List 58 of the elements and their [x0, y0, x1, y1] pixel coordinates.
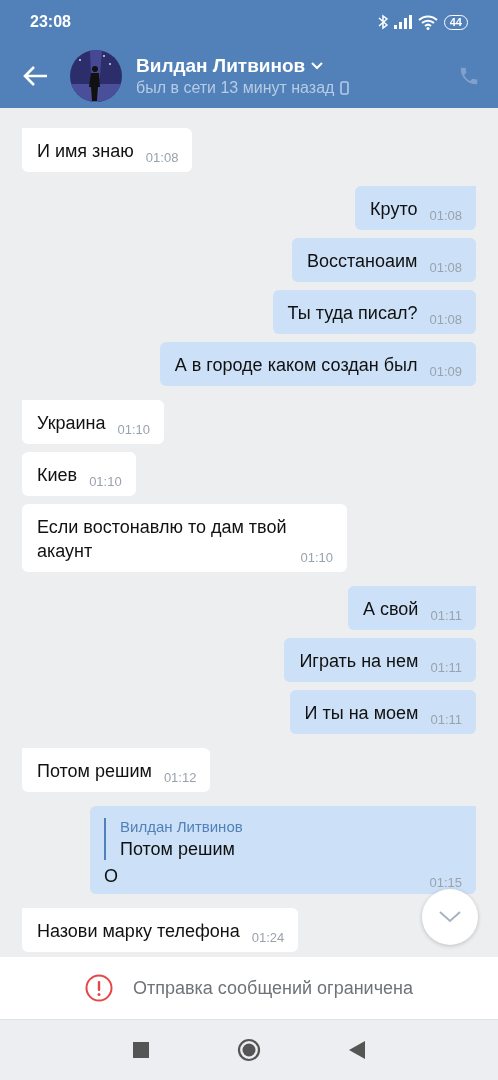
contact-name[interactable]: Вилдан Литвинов: [136, 55, 306, 77]
message-text: А свой: [363, 598, 419, 621]
message-time: 01:10: [117, 422, 151, 437]
reply-author: Вилдан Литвинов: [120, 818, 244, 835]
message-text: И имя знаю: [37, 140, 134, 163]
message-text: Киев: [37, 464, 78, 487]
restriction-notice: Отправка сообщений ограничена: [133, 977, 413, 999]
message-time: 01:08: [145, 150, 179, 165]
message-bubble[interactable]: И имя знаю 01:08: [22, 128, 193, 172]
message-bubble[interactable]: А в городе каком создан был 01:09: [159, 342, 476, 386]
message-bubble[interactable]: Украина 01:10: [22, 400, 165, 444]
message-text: Если востонавлю то дам твой акаунт: [37, 516, 288, 563]
message-text: Украина: [37, 412, 106, 435]
message-time: 01:15: [429, 875, 462, 890]
home-icon[interactable]: [237, 1038, 261, 1062]
phone-device-icon: [340, 81, 350, 95]
message-time: 01:10: [300, 550, 333, 565]
message-bubble[interactable]: Назови марку телефона 01:24: [22, 908, 299, 952]
bluetooth-icon: [377, 14, 388, 30]
message-time: 01:11: [430, 608, 462, 623]
message-text: Ты туда писал?: [287, 302, 418, 325]
wifi-icon: [417, 14, 438, 30]
message-text: Играть на нем: [299, 650, 419, 673]
message-bubble[interactable]: И ты на моем 01:11: [289, 690, 476, 734]
warning-icon: [85, 974, 113, 1002]
message-time: 01:12: [163, 770, 197, 785]
message-bubble[interactable]: Киев 01:10: [22, 452, 136, 496]
message-time: 01:08: [429, 260, 462, 275]
message-time: 01:11: [430, 712, 462, 727]
reply-quote-text: Потом решим: [120, 839, 236, 860]
message-time: 01:08: [429, 208, 462, 223]
message-bubble[interactable]: Восстаноаим 01:08: [292, 238, 476, 282]
message-time: 01:10: [89, 474, 122, 489]
message-time: 01:24: [251, 930, 285, 945]
message-bubble[interactable]: Вилдан Литвинов Потом решим О 01:15: [90, 806, 476, 894]
back-icon[interactable]: [22, 65, 48, 87]
message-bubble[interactable]: Потом решим 01:12: [22, 748, 211, 792]
status-time: 23:08: [30, 13, 71, 31]
message-text: А в городе каком создан был: [174, 354, 418, 377]
message-bubble[interactable]: А свой 01:11: [348, 586, 476, 630]
signal-icon: [393, 15, 412, 29]
message-bubble[interactable]: Круто 01:08: [355, 186, 476, 230]
last-seen-status: был в сети 13 минут назад: [136, 79, 335, 97]
message-time: 01:11: [430, 660, 462, 675]
message-text: Круто: [370, 198, 418, 221]
message-text: Назови марку телефона: [37, 920, 240, 943]
message-text: Потом решим: [37, 760, 152, 783]
message-text: О: [104, 865, 118, 888]
back-nav-icon[interactable]: [349, 1041, 365, 1059]
message-bubble[interactable]: Если востонавлю то дам твой акаунт 01:10: [22, 504, 347, 572]
message-bubble[interactable]: Играть на нем 01:11: [284, 638, 476, 682]
message-text: И ты на моем: [304, 702, 419, 725]
message-bubble[interactable]: Ты туда писал? 01:08: [272, 290, 476, 334]
chevron-down-icon[interactable]: [311, 62, 324, 70]
message-time: 01:09: [429, 364, 462, 379]
message-time: 01:08: [429, 312, 462, 327]
chevron-down-icon: [439, 911, 461, 923]
message-text: Восстаноаим: [307, 250, 418, 273]
